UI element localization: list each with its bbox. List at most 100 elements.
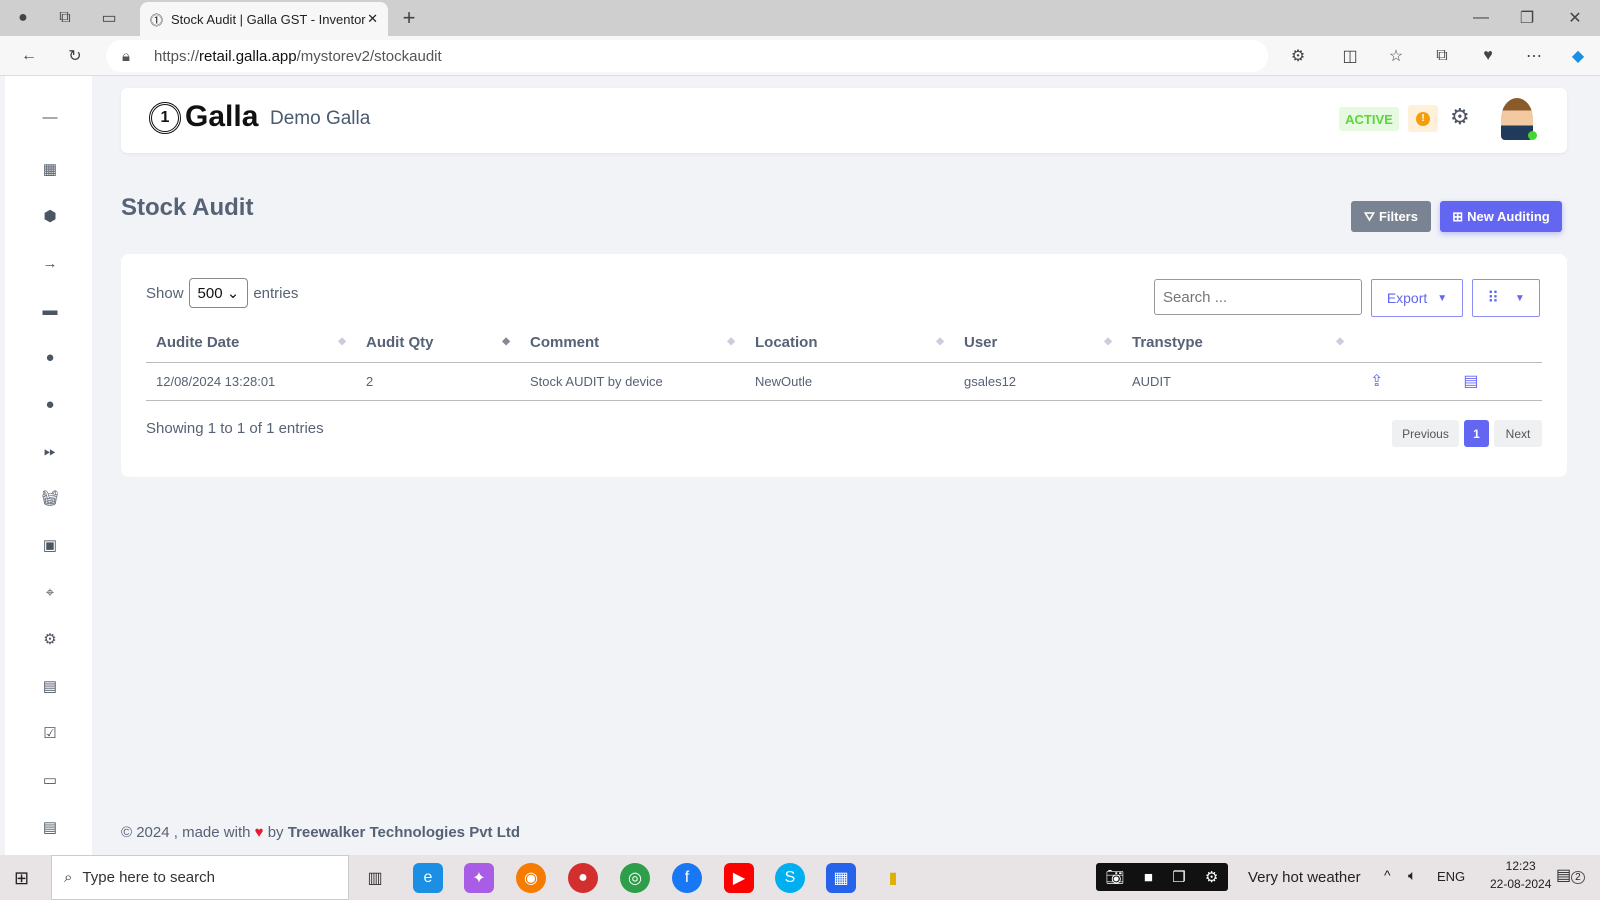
chrome-icon[interactable]: ◎ (620, 863, 650, 893)
browser-tab[interactable]: ⓵ Stock Audit | Galla GST - Inventor ✕ (140, 2, 388, 36)
menu-toggle-icon[interactable]: — (39, 106, 61, 128)
settings-gear-icon[interactable]: ⚙ (1450, 104, 1470, 130)
tray-chevron-icon[interactable]: ^ (1384, 867, 1391, 883)
footer-company-link[interactable]: Treewalker Technologies Pvt Ltd (288, 824, 520, 841)
new-auditing-label: New Auditing (1467, 209, 1550, 224)
page-1-button[interactable]: 1 (1464, 420, 1489, 447)
edge-icon[interactable]: e (413, 863, 443, 893)
favorites-icon[interactable]: ☆ (1383, 43, 1409, 69)
pagination-info: Showing 1 to 1 of 1 entries (146, 420, 324, 437)
previous-page-button[interactable]: Previous (1392, 420, 1459, 447)
maximize-icon[interactable]: ❐ (1514, 5, 1540, 31)
copilot-icon[interactable]: ◆ (1565, 43, 1591, 69)
location-pin-icon[interactable]: ⌖ (39, 581, 61, 603)
close-window-icon[interactable]: ✕ (1562, 5, 1588, 31)
export-label: Export (1386, 290, 1428, 306)
new-tab-icon[interactable]: + (396, 5, 422, 31)
column-header-qty[interactable]: Audit Qty ◆ (356, 324, 520, 363)
task-view-icon[interactable]: ▥ (360, 863, 390, 893)
export-button[interactable]: Export ▼ (1371, 279, 1463, 317)
column-header-transtype[interactable]: Transtype ◆ (1122, 324, 1354, 363)
forward-icon[interactable]: ⏩︎ (39, 440, 61, 462)
weather-text[interactable]: Very hot weather (1248, 869, 1361, 886)
minimize-icon[interactable]: — (1468, 5, 1494, 31)
user-avatar[interactable] (1501, 98, 1537, 140)
sort-desc-icon: ◆ (502, 336, 510, 347)
next-page-button[interactable]: Next (1494, 420, 1542, 447)
collections-icon[interactable]: ⧉ (52, 5, 78, 31)
reload-icon[interactable]: ↻ (62, 43, 88, 69)
discount-icon[interactable]: ▬ (39, 299, 61, 321)
products-box-icon[interactable]: ⬢ (39, 205, 61, 227)
column-header-comment[interactable]: Comment ◆ (520, 324, 745, 363)
caret-down-icon: ▼ (1437, 292, 1448, 304)
column-header-user[interactable]: User ◆ (954, 324, 1122, 363)
close-tab-icon[interactable]: ✕ (367, 11, 378, 27)
copilot-app-icon[interactable]: ✦ (464, 863, 494, 893)
record-icon[interactable]: ● (568, 863, 598, 893)
column-header-date[interactable]: Audite Date ◆ (146, 324, 356, 363)
profile-icon[interactable]: ● (10, 5, 36, 31)
url-input[interactable]: 🔒︎ https://retail.galla.app/mystorev2/st… (106, 40, 1268, 72)
back-icon[interactable]: ← (16, 43, 42, 69)
split-screen-icon[interactable]: ◫ (1337, 43, 1363, 69)
report-icon[interactable]: ▤ (39, 675, 61, 697)
capture-toolbar[interactable]: 📷︎ ■ ❐ ⚙ (1096, 863, 1228, 891)
customer-icon[interactable]: ● (39, 393, 61, 415)
user-icon[interactable]: ● (39, 346, 61, 368)
language-indicator[interactable]: ENG (1437, 869, 1465, 884)
notifications-icon[interactable]: ▤ 2 (1556, 865, 1585, 885)
arrow-right-icon[interactable]: → (39, 252, 61, 274)
app-header: 1 Galla Demo Galla ACTIVE ! ⚙ (121, 88, 1567, 153)
windows-start-icon[interactable]: ⊞ (14, 868, 29, 889)
firefox-icon[interactable]: ◉ (516, 863, 546, 893)
share-export-icon[interactable]: ⇪ (1370, 373, 1383, 390)
page-title: Stock Audit (121, 194, 254, 221)
windows-icon[interactable]: ❐ (1172, 868, 1185, 886)
more-icon[interactable]: ⋯ (1521, 43, 1547, 69)
basket-icon[interactable]: 🧺︎ (39, 487, 61, 509)
brand-logo-text: Galla (185, 100, 259, 133)
footer-copyright: © 2024 , made with (121, 824, 251, 841)
column-header-location[interactable]: Location ◆ (745, 324, 954, 363)
contacts-icon[interactable]: ▣ (39, 534, 61, 556)
tab-actions-icon[interactable]: ▭ (96, 5, 122, 31)
settings-icon[interactable]: ⚙ (39, 628, 61, 650)
collections-icon[interactable]: ⧉ (1429, 43, 1455, 69)
browser-essentials-icon[interactable]: ♥ (1475, 43, 1501, 69)
column-visibility-button[interactable]: ⠿ ▼ (1472, 279, 1540, 317)
volume-icon[interactable]: 🔈︎ (1408, 867, 1416, 884)
store-icon[interactable]: ▦ (826, 863, 856, 893)
new-auditing-button[interactable]: ⊞ New Auditing (1440, 201, 1562, 232)
entries-select[interactable]: 500 ⌄ (188, 278, 249, 308)
details-list-icon[interactable]: ▤ (1463, 373, 1478, 390)
cash-icon[interactable]: ▭ (39, 769, 61, 791)
taskbar-search[interactable]: ⌕ Type here to search (51, 855, 349, 900)
sort-icon: ◆ (936, 336, 944, 347)
caret-down-icon: ▼ (1514, 292, 1525, 304)
alert-icon: ! (1416, 111, 1430, 126)
sort-icon: ◆ (338, 336, 346, 347)
windows-taskbar: ⊞ ⌕ Type here to search ▥ e ✦ ◉ ● ◎ f ▶ S… (0, 855, 1600, 900)
youtube-icon[interactable]: ▶ (724, 863, 754, 893)
clock[interactable]: 12:23 22-08-2024 (1490, 859, 1551, 891)
skype-icon[interactable]: S (775, 863, 805, 893)
checkbox-icon[interactable]: ☑ (39, 722, 61, 744)
alert-button[interactable]: ! (1408, 105, 1438, 132)
store-name: Demo Galla (270, 108, 371, 129)
facebook-icon[interactable]: f (672, 863, 702, 893)
galla-favicon-icon: ⓵ (150, 12, 164, 28)
online-indicator (1528, 131, 1537, 140)
video-icon[interactable]: ■ (1144, 869, 1153, 886)
camera-icon[interactable]: 📷︎ (1106, 868, 1125, 886)
audit-table-card: Show 500 ⌄ entries Export▼ ⠿▼ Audite Dat… (121, 254, 1567, 477)
dashboard-icon[interactable]: ▦ (39, 158, 61, 180)
settings-icon[interactable]: ⚙ (1205, 868, 1218, 886)
app-icon[interactable]: ▮ (878, 863, 908, 893)
search-input[interactable] (1154, 279, 1362, 315)
document-icon[interactable]: ▤ (39, 816, 61, 838)
extensions-icon[interactable]: ⚙ (1285, 43, 1311, 69)
filters-button[interactable]: ⛛ Filters (1351, 201, 1431, 232)
tab-title: Stock Audit | Galla GST - Inventor (171, 11, 366, 27)
sort-icon: ◆ (727, 336, 735, 347)
